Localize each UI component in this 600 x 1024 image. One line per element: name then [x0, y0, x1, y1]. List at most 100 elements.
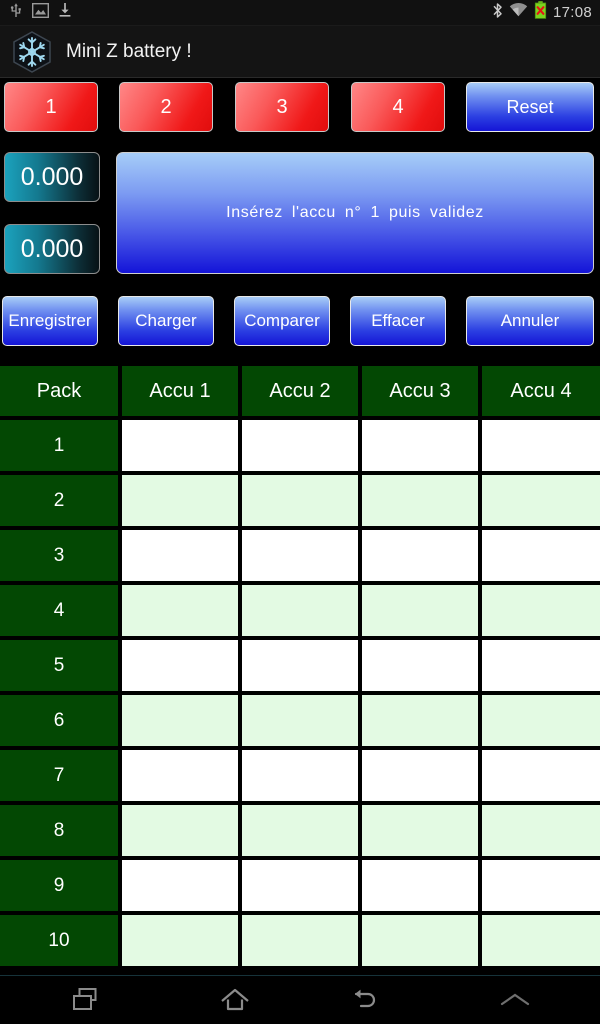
app-root: 17:08 Mini Z battery ! 1 2 3 4 Reset 0.0…: [0, 0, 600, 1024]
table-row: 4: [0, 585, 600, 636]
table-header-accu-3: Accu 3: [362, 366, 478, 416]
accu-value-cell[interactable]: [242, 860, 358, 911]
voltage-readout-2: 0.000: [4, 224, 100, 274]
accu-value-cell[interactable]: [362, 805, 478, 856]
snowflake-icon: [10, 30, 54, 74]
accu-value-cell[interactable]: [122, 860, 238, 911]
accu-value-cell[interactable]: [362, 695, 478, 746]
accu-value-cell[interactable]: [362, 750, 478, 801]
accu-value-cell[interactable]: [482, 860, 600, 911]
accu-value-cell[interactable]: [482, 695, 600, 746]
save-button[interactable]: Enregistrer: [2, 296, 98, 346]
status-bar-clock: 17:08: [552, 4, 592, 21]
back-icon[interactable]: [300, 976, 430, 1024]
pack-number-cell: 5: [0, 640, 118, 691]
pack-number-cell: 8: [0, 805, 118, 856]
pack-number-cell: 2: [0, 475, 118, 526]
accu-value-cell[interactable]: [362, 420, 478, 471]
table-row: 6: [0, 695, 600, 746]
recent-apps-icon[interactable]: [0, 976, 170, 1024]
accu-value-cell[interactable]: [122, 695, 238, 746]
accu-value-cell[interactable]: [122, 805, 238, 856]
battery-error-icon: [534, 1, 547, 24]
usb-icon: [9, 2, 23, 23]
accu-value-cell[interactable]: [242, 695, 358, 746]
pack-table: Pack Accu 1 Accu 2 Accu 3 Accu 4 1 2 3 4 5 6 7 8 9 10: [0, 366, 600, 974]
table-row: 2: [0, 475, 600, 526]
home-icon[interactable]: [170, 976, 300, 1024]
accu-value-cell[interactable]: [482, 530, 600, 581]
accu-value-cell[interactable]: [482, 585, 600, 636]
reset-button[interactable]: Reset: [466, 82, 594, 132]
accu-value-cell[interactable]: [242, 530, 358, 581]
android-navigation-bar: [0, 975, 600, 1024]
cell-button-1[interactable]: 1: [4, 82, 98, 132]
screenshot-image-icon: [31, 2, 50, 23]
page-title: Mini Z battery !: [66, 40, 192, 62]
accu-value-cell[interactable]: [362, 475, 478, 526]
pack-number-cell: 3: [0, 530, 118, 581]
pack-number-cell: 4: [0, 585, 118, 636]
voltage-readout-1: 0.000: [4, 152, 100, 202]
pack-number-cell: 10: [0, 915, 118, 966]
accu-value-cell[interactable]: [242, 640, 358, 691]
accu-value-cell[interactable]: [242, 420, 358, 471]
accu-value-cell[interactable]: [362, 530, 478, 581]
erase-button[interactable]: Effacer: [350, 296, 446, 346]
accu-value-cell[interactable]: [362, 585, 478, 636]
cell-button-4[interactable]: 4: [351, 82, 445, 132]
table-row: 3: [0, 530, 600, 581]
table-header-accu-2: Accu 2: [242, 366, 358, 416]
accu-value-cell[interactable]: [482, 640, 600, 691]
cell-button-row: 1 2 3 4 Reset: [0, 82, 600, 132]
accu-value-cell[interactable]: [362, 640, 478, 691]
accu-value-cell[interactable]: [122, 640, 238, 691]
accu-value-cell[interactable]: [482, 915, 600, 966]
accu-value-cell[interactable]: [482, 750, 600, 801]
accu-value-cell[interactable]: [242, 585, 358, 636]
chevron-up-icon[interactable]: [430, 976, 600, 1024]
wifi-icon: [509, 2, 528, 23]
accu-value-cell[interactable]: [122, 530, 238, 581]
table-header-accu-1: Accu 1: [122, 366, 238, 416]
bluetooth-icon: [492, 2, 503, 24]
pack-number-cell: 6: [0, 695, 118, 746]
load-button[interactable]: Charger: [118, 296, 214, 346]
cell-button-2[interactable]: 2: [119, 82, 213, 132]
table-row: 7: [0, 750, 600, 801]
pack-number-cell: 1: [0, 420, 118, 471]
cell-button-3[interactable]: 3: [235, 82, 329, 132]
compare-button[interactable]: Comparer: [234, 296, 330, 346]
accu-value-cell[interactable]: [362, 915, 478, 966]
download-icon: [58, 2, 72, 23]
instruction-panel[interactable]: Insérez l'accu n° 1 puis validez: [116, 152, 594, 274]
accu-value-cell[interactable]: [482, 420, 600, 471]
table-row: 8: [0, 805, 600, 856]
status-bar: 17:08: [0, 0, 600, 26]
accu-value-cell[interactable]: [122, 420, 238, 471]
table-row: 5: [0, 640, 600, 691]
accu-value-cell[interactable]: [242, 915, 358, 966]
table-header-row: Pack Accu 1 Accu 2 Accu 3 Accu 4: [0, 366, 600, 416]
accu-value-cell[interactable]: [242, 750, 358, 801]
table-header-pack: Pack: [0, 366, 118, 416]
action-button-row: Enregistrer Charger Comparer Effacer Ann…: [0, 296, 600, 346]
table-row: 10: [0, 915, 600, 966]
accu-value-cell[interactable]: [242, 475, 358, 526]
accu-value-cell[interactable]: [122, 475, 238, 526]
status-bar-left-icons: [0, 2, 72, 23]
accu-value-cell[interactable]: [242, 805, 358, 856]
pack-number-cell: 7: [0, 750, 118, 801]
accu-value-cell[interactable]: [122, 750, 238, 801]
accu-value-cell[interactable]: [482, 805, 600, 856]
pack-number-cell: 9: [0, 860, 118, 911]
accu-value-cell[interactable]: [482, 475, 600, 526]
accu-value-cell[interactable]: [362, 860, 478, 911]
table-header-accu-4: Accu 4: [482, 366, 600, 416]
instruction-text: Insérez l'accu n° 1 puis validez: [226, 204, 484, 221]
accu-value-cell[interactable]: [122, 915, 238, 966]
cancel-button[interactable]: Annuler: [466, 296, 594, 346]
accu-value-cell[interactable]: [122, 585, 238, 636]
table-row: 9: [0, 860, 600, 911]
status-bar-right-icons: 17:08: [492, 1, 600, 24]
